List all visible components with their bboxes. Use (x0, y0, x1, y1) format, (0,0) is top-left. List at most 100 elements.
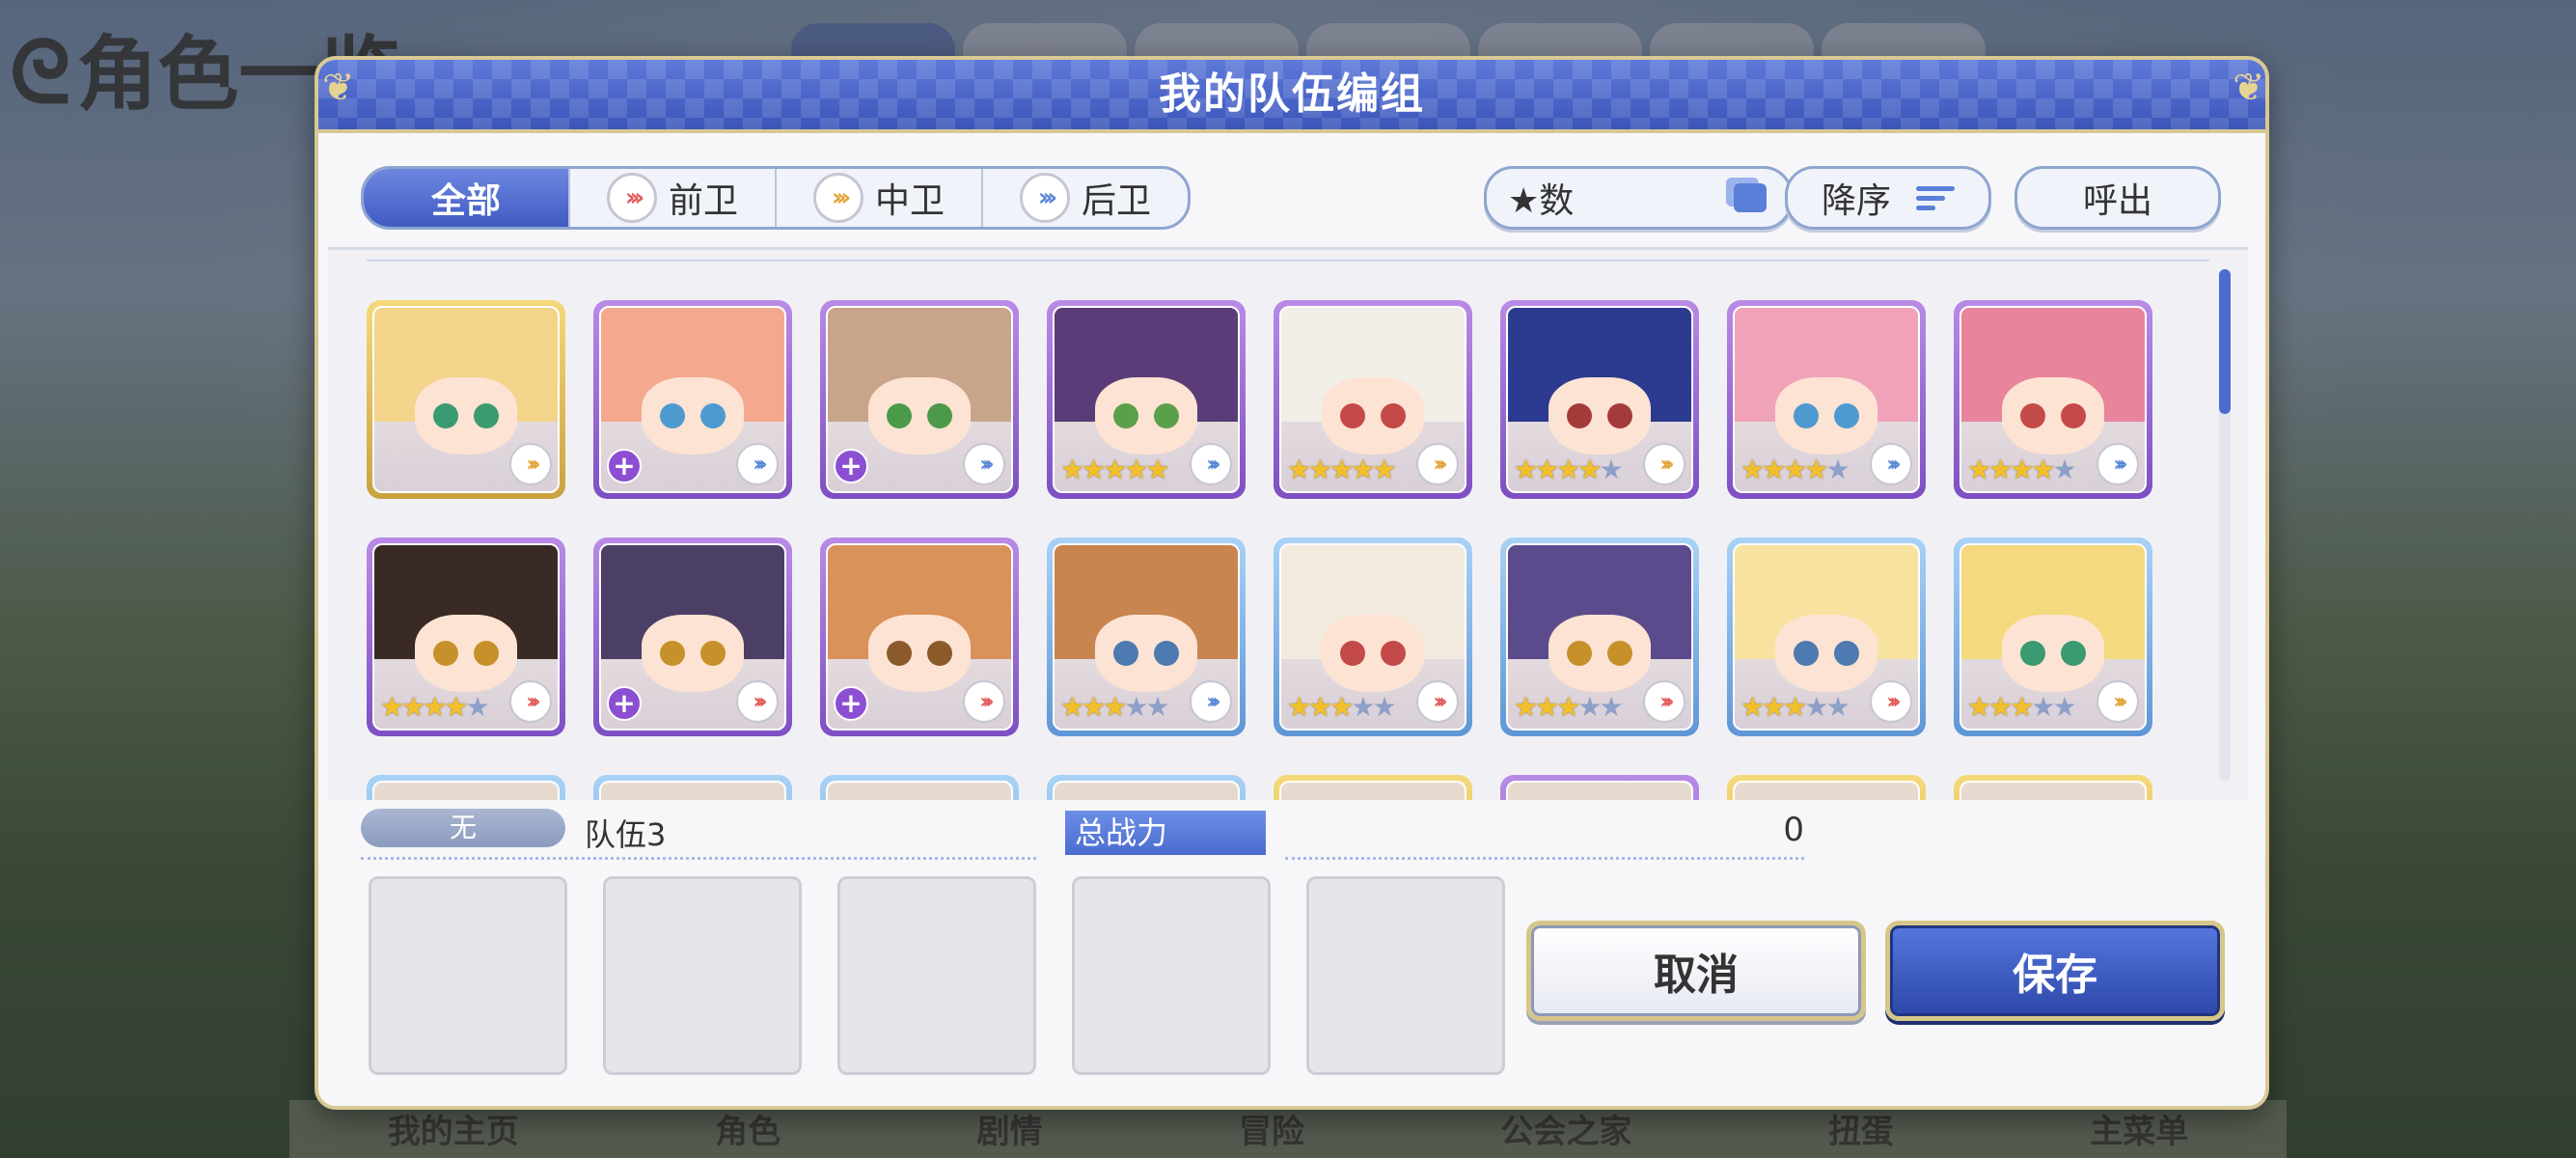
divider (367, 260, 2209, 262)
character-card[interactable] (1954, 775, 2152, 800)
back-position-icon: ››› (1870, 443, 1912, 485)
portrait-face (641, 615, 745, 692)
portrait-face (641, 377, 745, 455)
character-card[interactable]: ★★★★★ ››› (1274, 538, 1472, 736)
star-icon: ★ (1351, 454, 1375, 485)
star-rating: ★★★★★ (1060, 691, 1170, 723)
star-icon: ★ (1577, 454, 1602, 485)
cancel-button[interactable]: 取消 (1526, 921, 1866, 1021)
character-card[interactable]: ★★★★★ ››› (1954, 300, 2152, 499)
plus-badge-icon: + (607, 686, 642, 721)
sort-order-button[interactable]: 降序 (1785, 166, 1991, 230)
character-card[interactable]: + ››› (593, 300, 792, 499)
tab-mid-label: 中卫 (874, 181, 945, 221)
star-empty-icon: ★ (1825, 691, 1850, 723)
divider (1285, 857, 1804, 860)
character-card[interactable]: ★★★★★ ››› (1274, 300, 1472, 499)
character-portrait: ★★★★★ ››› (1053, 543, 1240, 731)
character-card[interactable]: ★★★★★ ››› (1500, 538, 1699, 736)
tab-back[interactable]: ››› 后卫 (983, 169, 1188, 227)
star-icon: ★ (1535, 691, 1559, 723)
call-label: 呼出 (2082, 181, 2152, 221)
front-position-icon: ››› (736, 680, 779, 723)
star-rating: ★★★★★ (1287, 454, 1397, 485)
tab-all[interactable]: 全部 (364, 169, 570, 227)
mid-position-icon: ››› (509, 443, 552, 485)
portrait-face (414, 377, 518, 455)
back-position-icon: ››› (2096, 443, 2139, 485)
character-card[interactable]: + ››› (820, 538, 1019, 736)
star-icon: ★ (1124, 454, 1148, 485)
tab-front[interactable]: ››› 前卫 (570, 169, 777, 227)
star-empty-icon: ★ (1577, 691, 1602, 723)
character-card[interactable]: ★★★★★ ››› (1727, 300, 1926, 499)
team-slot[interactable] (837, 876, 1036, 1075)
star-rating: ★★★★★ (380, 691, 490, 723)
star-empty-icon: ★ (1372, 691, 1396, 723)
character-card[interactable]: ★★★★★ ››› (1954, 538, 2152, 736)
back-position-icon: ››› (963, 443, 1005, 485)
front-position-icon: ››› (1870, 680, 1912, 723)
save-label: 保存 (2013, 951, 2097, 1000)
character-portrait (1733, 781, 1920, 800)
star-icon: ★ (1308, 691, 1332, 723)
tab-mid[interactable]: ››› 中卫 (777, 169, 983, 227)
character-card[interactable]: ››› (367, 300, 565, 499)
star-icon: ★ (1783, 454, 1807, 485)
character-card[interactable]: ★★★★★ ››› (367, 538, 565, 736)
team-slot[interactable] (1072, 876, 1271, 1075)
star-icon: ★ (1804, 454, 1828, 485)
character-card[interactable] (1047, 775, 1246, 800)
team-tag-badge[interactable]: 无 (361, 809, 565, 847)
character-portrait: ★★★★★ ››› (1959, 306, 2147, 493)
character-card[interactable] (1727, 775, 1926, 800)
star-rating: ★★★★★ (1740, 454, 1850, 485)
star-rating: ★★★★★ (1514, 454, 1624, 485)
team-slot[interactable] (369, 876, 567, 1075)
star-icon: ★ (1372, 454, 1396, 485)
character-card[interactable] (1274, 775, 1472, 800)
tab-all-label: 全部 (430, 181, 501, 221)
team-slot[interactable] (603, 876, 802, 1075)
star-icon: ★ (1556, 454, 1580, 485)
star-icon: ★ (2031, 454, 2055, 485)
team-slot[interactable] (1306, 876, 1505, 1075)
character-card[interactable]: ★★★★★ ››› (1047, 300, 1246, 499)
star-icon: ★ (444, 691, 468, 723)
back-position-icon: ››› (1190, 443, 1232, 485)
character-card[interactable]: ★★★★★ ››› (1727, 538, 1926, 736)
portrait-face (414, 615, 518, 692)
character-card[interactable] (820, 775, 1019, 800)
sort-stars-button[interactable]: ★数 (1484, 166, 1793, 230)
star-rating: ★★★★★ (1967, 691, 2077, 723)
star-icon: ★ (1762, 454, 1786, 485)
total-power-label: 总战力 (1065, 811, 1266, 855)
character-card[interactable] (1500, 775, 1699, 800)
character-card[interactable] (593, 775, 792, 800)
save-button[interactable]: 保存 (1885, 921, 2225, 1021)
scrollbar-thumb[interactable] (2219, 269, 2231, 414)
character-card[interactable]: ★★★★★ ››› (1047, 538, 1246, 736)
star-icon: ★ (1060, 691, 1084, 723)
tab-back-label: 后卫 (1081, 181, 1151, 221)
mid-position-icon: ››› (1416, 443, 1459, 485)
star-icon: ★ (1967, 454, 1991, 485)
character-card[interactable]: + ››› (820, 300, 1019, 499)
call-button[interactable]: 呼出 (2014, 166, 2221, 230)
star-icon: ★ (1103, 691, 1127, 723)
character-portrait: + ››› (826, 306, 1013, 493)
character-portrait (372, 781, 560, 800)
star-icon: ★ (1329, 454, 1354, 485)
mid-position-icon: ››› (2096, 680, 2139, 723)
portrait-face (1094, 615, 1198, 692)
star-empty-icon: ★ (1804, 691, 1828, 723)
character-card[interactable]: ★★★★★ ››› (1500, 300, 1699, 499)
character-card[interactable]: + ››› (593, 538, 792, 736)
grid-scrollbar[interactable] (2219, 269, 2231, 781)
portrait-face (1774, 377, 1878, 455)
star-empty-icon: ★ (1124, 691, 1148, 723)
character-card[interactable] (367, 775, 565, 800)
character-portrait (1506, 781, 1693, 800)
star-icon: ★ (1514, 691, 1538, 723)
star-empty-icon: ★ (1145, 691, 1169, 723)
